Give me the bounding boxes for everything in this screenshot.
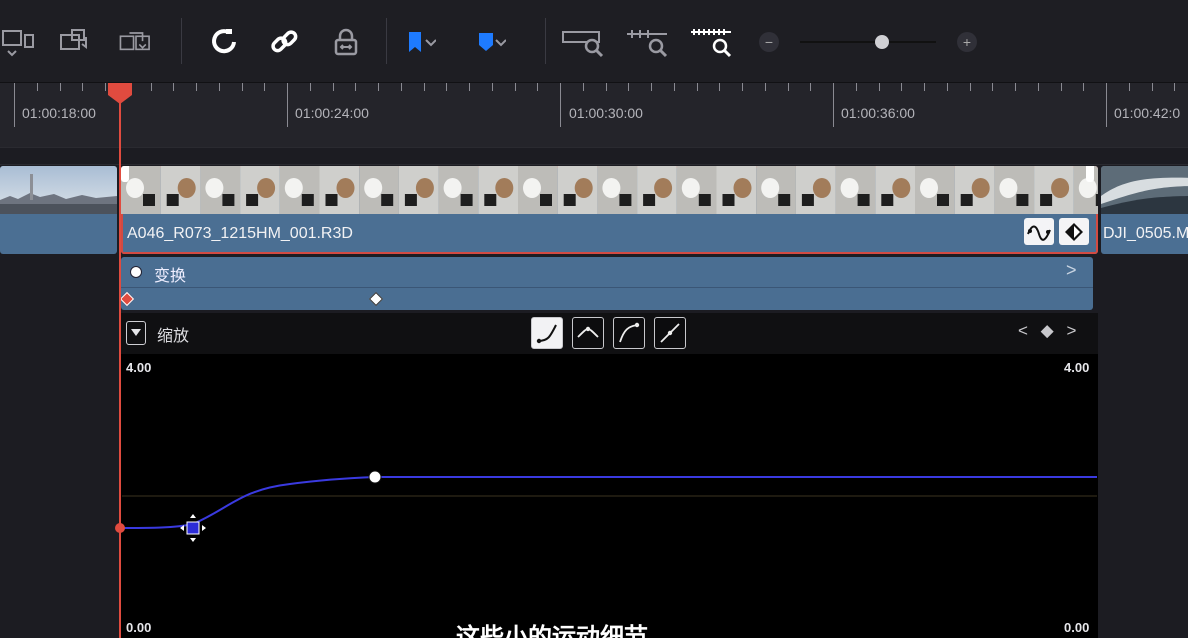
curve-bezier-handle[interactable]: [180, 514, 206, 542]
curve-keyframe-point[interactable]: [368, 470, 382, 484]
playhead-line: [119, 90, 121, 638]
playhead-handle[interactable]: [107, 83, 133, 105]
curve-graph[interactable]: [0, 0, 1188, 638]
subtitle-caption: 这些小的运动细节: [456, 624, 648, 638]
scale-curve[interactable]: [121, 476, 1097, 529]
